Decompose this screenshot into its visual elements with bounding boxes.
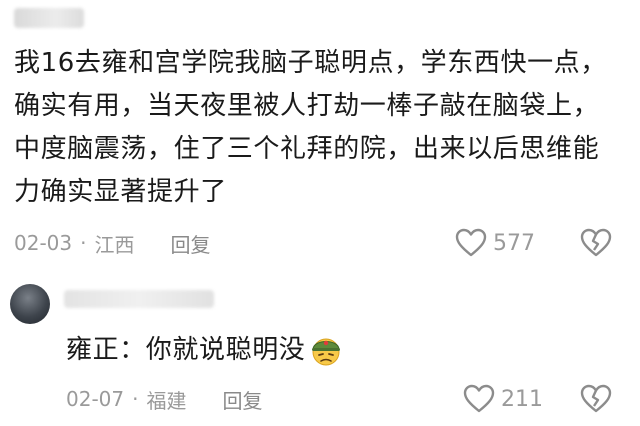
- meta-separator: ·: [80, 231, 87, 255]
- comment-location: 江西: [94, 232, 135, 257]
- comment-username[interactable]: [14, 8, 84, 28]
- reply-like-count: 211: [501, 386, 543, 412]
- heart-icon: [455, 228, 487, 257]
- meta-separator: ·: [132, 387, 139, 411]
- reply-date: 02-07: [66, 387, 125, 411]
- comment-like-count: 577: [493, 230, 535, 256]
- soldier-emoji-icon: [309, 333, 343, 367]
- comment-meta: 02-03 · 江西 回复: [14, 228, 210, 258]
- broken-heart-icon: [580, 228, 612, 257]
- comment-like-button[interactable]: 577: [455, 228, 535, 258]
- reply-location: 福建: [146, 388, 187, 413]
- reply-dislike-button[interactable]: [580, 384, 612, 418]
- heart-icon: [463, 384, 495, 413]
- comment-date: 02-03: [14, 231, 73, 255]
- reply-username[interactable]: [64, 290, 214, 308]
- reply-text: 雍正：你就说聪明没: [66, 335, 306, 365]
- reply-reply-button[interactable]: 回复: [222, 385, 262, 414]
- broken-heart-icon: [580, 384, 612, 413]
- reply-content: 雍正：你就说聪明没: [66, 332, 343, 368]
- reply-meta: 02-07 · 福建 回复: [66, 384, 262, 414]
- reply-avatar[interactable]: [10, 284, 50, 324]
- comment-reply-button[interactable]: 回复: [170, 229, 210, 258]
- comment-text: 我16去雍和宫学院我脑子聪明点，学东西快一点，确实有用，当天夜里被人打劫一棒子敲…: [14, 48, 607, 207]
- comment-dislike-button[interactable]: [580, 228, 612, 262]
- reply-like-button[interactable]: 211: [463, 384, 543, 414]
